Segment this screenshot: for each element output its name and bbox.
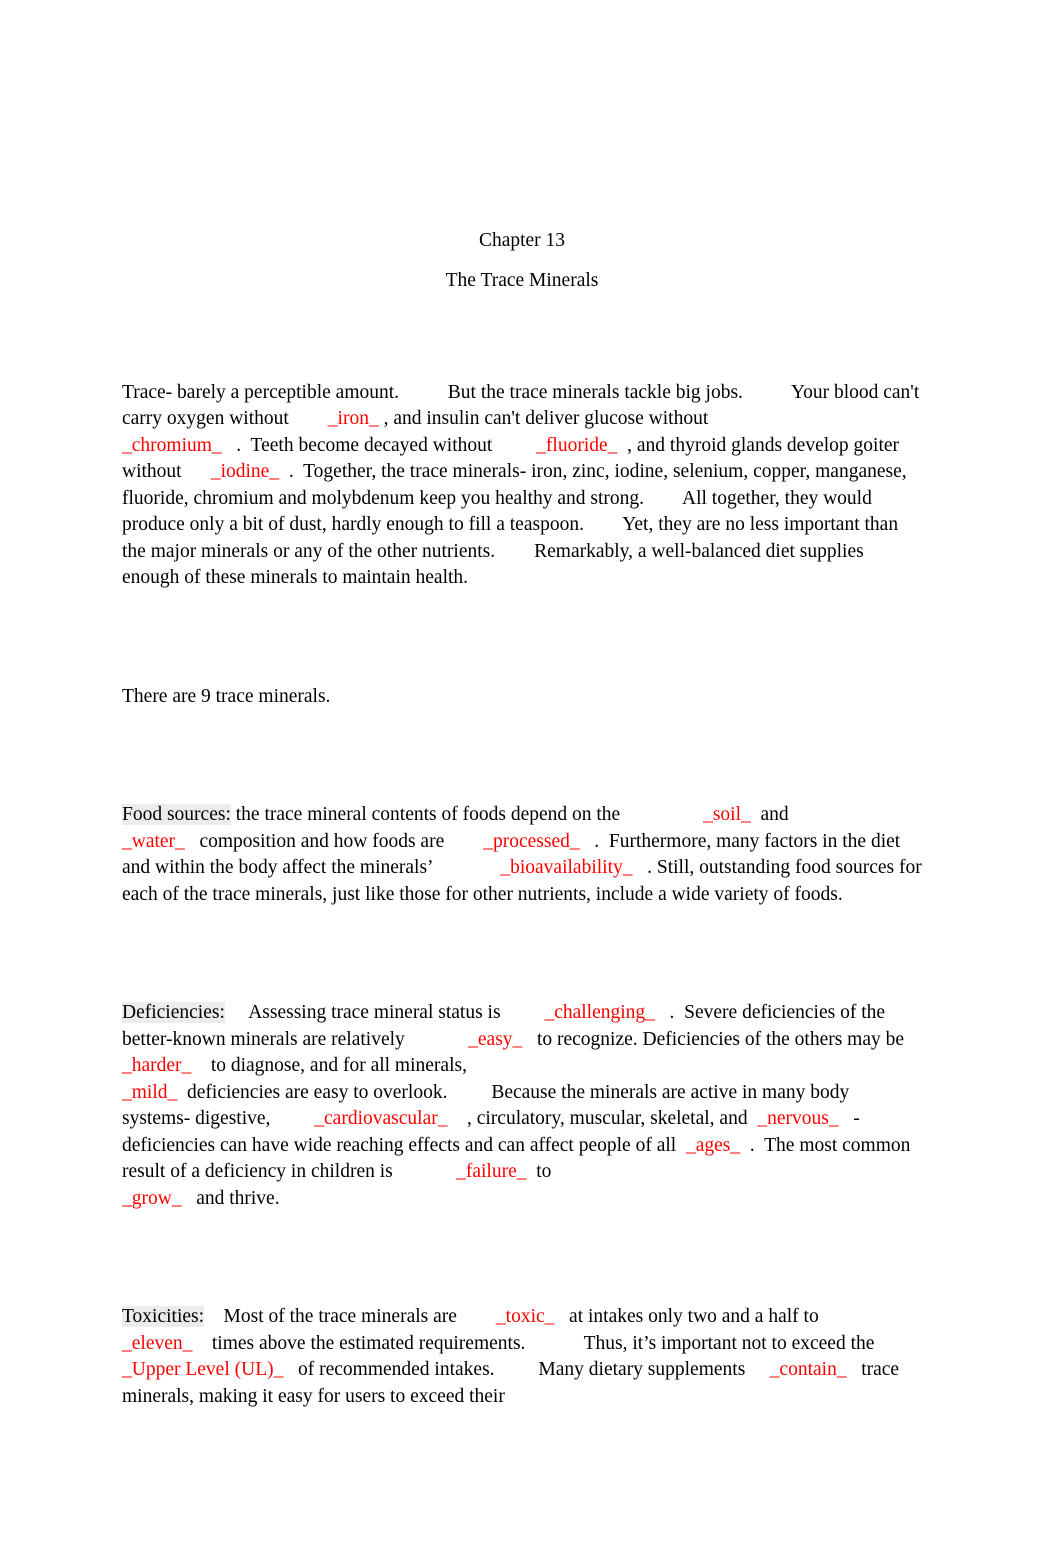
intro-spacer — [122, 294, 922, 360]
paragraph-gap-2 — [122, 730, 922, 783]
blank-chromium: _chromium_ — [122, 434, 222, 456]
blank-iron: _iron_ — [327, 408, 379, 429]
title-spacer — [122, 255, 922, 268]
section-heading-deficiencies: Deficiencies: — [122, 1002, 225, 1023]
deficiencies-sentence-1: Assessing trace mineral status is — [248, 1002, 501, 1023]
page-title-chapter: Chapter 13 — [478, 230, 566, 251]
toxicities-sentence-4: Thus, it’s important not to exceed the — [583, 1332, 875, 1354]
food-sources-sentence-2: and — [760, 804, 789, 825]
toxicities-sentence-6: Many dietary supplements — [538, 1359, 746, 1380]
document-content: Chapter 13 The Trace Minerals Trace- bar… — [122, 228, 922, 1430]
blank-iodine: _iodine_ — [210, 461, 280, 482]
intro-sentence-2: But the trace minerals tackle big jobs. — [447, 381, 743, 403]
blank-fluoride: _fluoride_ — [536, 434, 618, 456]
blank-eleven: _eleven_ — [122, 1332, 193, 1354]
blank-bioavailability: _bioavailability_ — [500, 857, 633, 878]
paragraph-toxicities: Toxicities: Most of the trace minerals a… — [122, 1304, 922, 1410]
deficiencies-sentence-7: , circulatory, muscular, skeletal, and — [466, 1108, 748, 1129]
blank-easy: _easy_ — [468, 1028, 523, 1050]
blank-cardiovascular: _cardiovascular_ — [314, 1108, 448, 1129]
paragraph-trace-mineral-count: There are 9 trace minerals. — [122, 684, 922, 711]
deficiencies-sentence-11: and thrive. — [196, 1187, 280, 1209]
document-page: Chapter 13 The Trace Minerals Trace- bar… — [0, 0, 1062, 1561]
trace-mineral-count-text: There are 9 trace minerals. — [122, 685, 331, 707]
paragraph-gap-1 — [122, 611, 922, 664]
food-sources-sentence-3: composition and how foods are — [199, 830, 445, 852]
intro-sentence-4: , and insulin can't deliver glucose with… — [383, 408, 709, 429]
blank-toxic: _toxic_ — [495, 1306, 555, 1327]
paragraph-food-sources: Food sources: the trace mineral contents… — [122, 802, 922, 908]
page-subtitle-topic: The Trace Minerals — [445, 269, 599, 291]
blank-upper-level: _Upper Level (UL)_ — [122, 1359, 284, 1380]
toxicities-sentence-5: of recommended intakes. — [297, 1359, 495, 1380]
paragraph-gap-3 — [122, 928, 922, 981]
section-heading-toxicities: Toxicities: — [122, 1306, 205, 1327]
toxicities-sentence-1: Most of the trace minerals are — [223, 1306, 457, 1327]
deficiencies-sentence-3: to recognize. Deficiencies of the others… — [536, 1028, 905, 1050]
blank-contain: _contain_ — [769, 1359, 847, 1380]
blank-soil: _soil_ — [703, 804, 751, 825]
toxicities-sentence-2: at intakes only two and a half to — [569, 1306, 819, 1327]
food-sources-sentence-1: the trace mineral contents of foods depe… — [230, 804, 621, 825]
blank-mild: _mild_ — [122, 1081, 178, 1103]
blank-failure: _failure_ — [456, 1161, 527, 1182]
paragraph-intro: Trace- barely a perceptible amount. But … — [122, 380, 922, 592]
deficiencies-sentence-10: to — [536, 1161, 552, 1182]
blank-challenging: _challenging_ — [544, 1002, 655, 1023]
deficiencies-sentence-4: to diagnose, and for all minerals, — [210, 1055, 467, 1076]
blank-nervous: _nervous_ — [757, 1108, 839, 1129]
blank-harder: _harder_ — [122, 1055, 192, 1076]
intro-sentence-1: Trace- barely a perceptible amount. — [122, 381, 400, 403]
toxicities-sentence-3: times above the estimated requirements. — [211, 1332, 526, 1354]
blank-processed: _processed_ — [483, 830, 580, 852]
paragraph-deficiencies: Deficiencies: Assessing trace mineral st… — [122, 1000, 922, 1212]
blank-ages: _ages_ — [685, 1134, 741, 1156]
intro-sentence-5: . Teeth become decayed without — [236, 434, 493, 456]
blank-grow: _grow_ — [122, 1187, 182, 1209]
blank-water: _water_ — [122, 830, 185, 852]
paragraph-gap-4 — [122, 1232, 922, 1285]
deficiencies-sentence-5: deficiencies are easy to overlook. — [187, 1081, 448, 1103]
section-heading-food-sources: Food sources: — [122, 804, 231, 825]
